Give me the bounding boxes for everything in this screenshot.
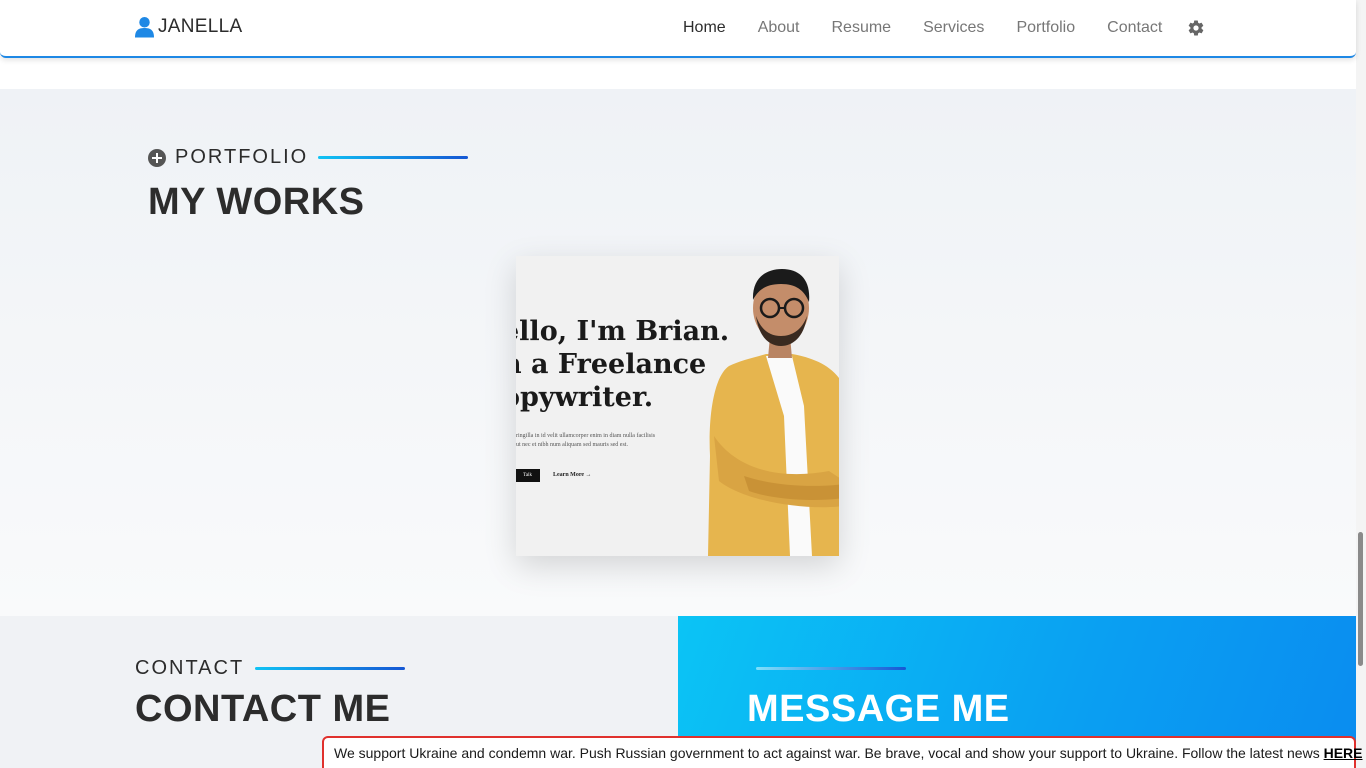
contact-title: CONTACT ME	[135, 688, 391, 730]
message-title: MESSAGE ME	[747, 688, 1010, 730]
nav-about[interactable]: About	[758, 19, 800, 37]
card-headline-3: opywriter.	[516, 382, 654, 413]
card-talk-button: Talk	[516, 469, 540, 482]
site-header: JANELLA Home About Resume Services Portf…	[0, 0, 1356, 58]
card-headline-1: ello, I'm Brian.	[516, 316, 730, 347]
scrollbar-thumb[interactable]	[1358, 532, 1363, 666]
brand-logo[interactable]: JANELLA	[135, 16, 242, 38]
nav-contact[interactable]: Contact	[1107, 19, 1162, 37]
nav-resume[interactable]: Resume	[832, 19, 892, 37]
portfolio-section: PORTFOLIO MY WORKS ello, I'm Brian. n a …	[0, 89, 1356, 616]
card-text-2: ut nec et nibh num aliquam sed mauris se…	[516, 442, 628, 448]
card-learn-more: Learn More →	[553, 472, 592, 478]
section-title: MY WORKS	[148, 181, 365, 223]
ukraine-support-banner: We support Ukraine and condemn war. Push…	[322, 736, 1363, 768]
section-accent-line	[255, 667, 406, 670]
plus-circle-icon	[148, 148, 166, 167]
nav-services[interactable]: Services	[923, 19, 984, 37]
contact-label: CONTACT	[135, 657, 245, 679]
portfolio-subheading: PORTFOLIO	[148, 146, 469, 169]
main-nav: Home About Resume Services Portfolio Con…	[683, 0, 1194, 56]
contact-subheading: CONTACT	[135, 657, 406, 680]
section-accent-line	[318, 156, 469, 159]
person-illustration	[708, 269, 839, 556]
gear-icon[interactable]	[1187, 19, 1205, 37]
nav-portfolio[interactable]: Portfolio	[1016, 19, 1075, 37]
banner-link[interactable]: HERE	[1324, 745, 1363, 761]
card-headline-2: n a Freelance	[516, 349, 707, 380]
page-scrollbar	[1356, 0, 1366, 768]
user-icon	[135, 17, 154, 38]
card-text-1: ringilla in id velit ullamcorper enim in…	[516, 433, 656, 439]
brand-name: JANELLA	[158, 16, 243, 37]
section-accent-line	[756, 667, 906, 670]
nav-home[interactable]: Home	[683, 19, 726, 37]
banner-text: We support Ukraine and condemn war. Push…	[334, 745, 1324, 761]
portfolio-item[interactable]: ello, I'm Brian. n a Freelance opywriter…	[516, 256, 839, 556]
portfolio-label: PORTFOLIO	[175, 146, 309, 168]
